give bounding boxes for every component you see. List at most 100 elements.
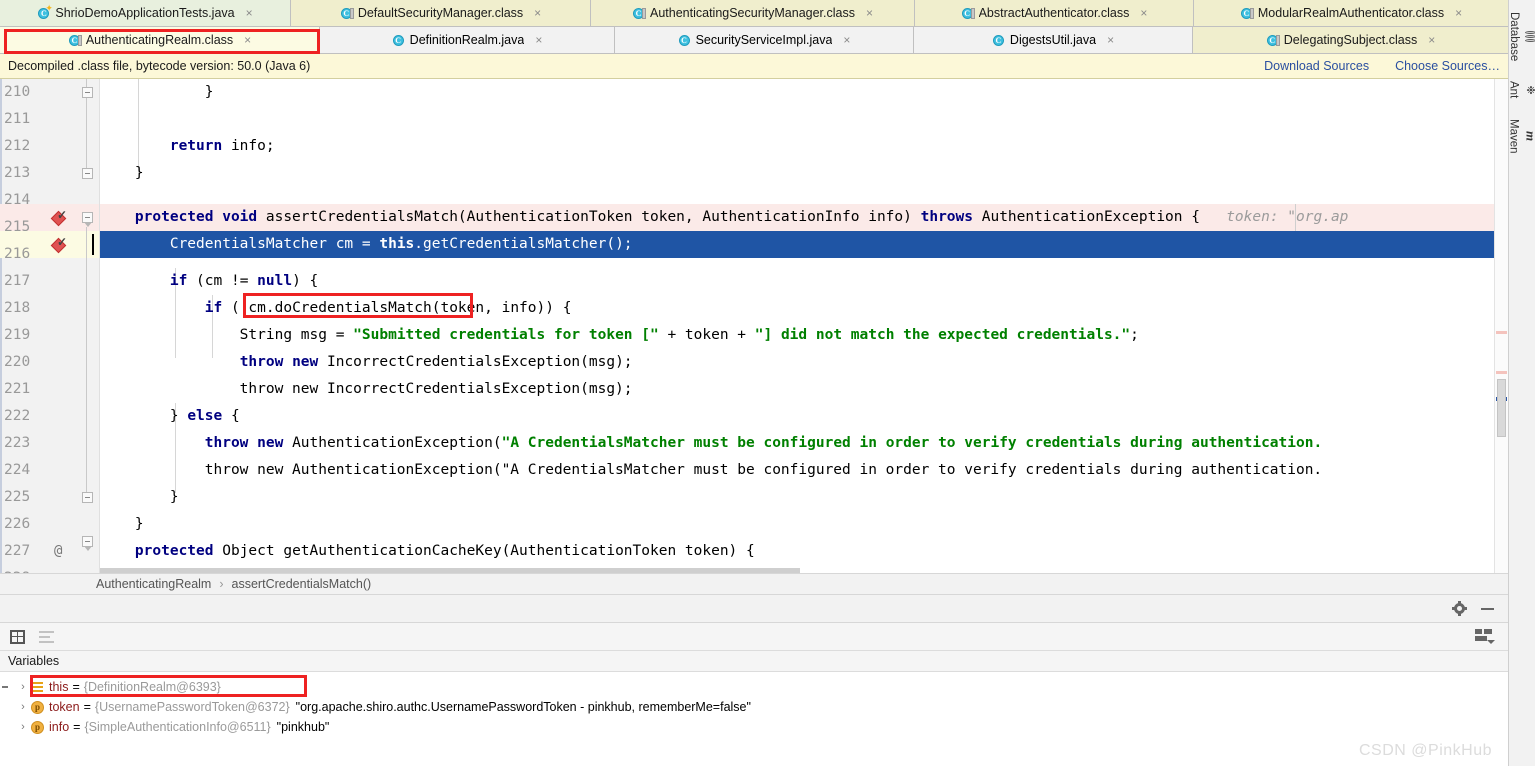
code-line: if (cm != null) { (169, 273, 319, 289)
line-number: 224 (4, 462, 31, 478)
gear-icon[interactable] (1452, 601, 1467, 616)
main-column: C ✦ ShrioDemoApplicationTests.java × C De… (0, 0, 1508, 766)
code-line: } (100, 165, 144, 181)
code-line: protected Object getAuthenticationCacheK… (100, 543, 755, 559)
java-class-icon: C (392, 34, 405, 47)
tab-security-service-impl[interactable]: C SecurityServiceImpl.java × (615, 27, 914, 54)
code-line: } else { (100, 408, 240, 424)
tab-close-icon[interactable]: × (843, 34, 850, 46)
breakpoint-verified-icon[interactable]: ✓ (50, 236, 68, 254)
tab-label: SecurityServiceImpl.java (695, 33, 833, 47)
breadcrumb-item-class[interactable]: AuthenticatingRealm (96, 577, 211, 591)
scrollbar-thumb[interactable] (1497, 379, 1506, 437)
line-number: 212 (4, 138, 31, 154)
compiled-class-icon: C (68, 34, 82, 47)
variable-type: {SimpleAuthenticationInfo@6511} (84, 720, 271, 734)
compiled-class-icon: C (961, 7, 975, 20)
variables-toolbar (0, 623, 1508, 651)
variable-name: token (49, 700, 80, 714)
fold-start-marker[interactable] (82, 212, 93, 227)
layout-settings-icon[interactable] (1475, 629, 1495, 644)
tab-close-icon[interactable]: × (246, 7, 253, 19)
sidebar-item-ant[interactable]: ❉ Ant (1508, 75, 1535, 112)
sidebar-item-database[interactable]: Database (1508, 6, 1535, 75)
tab-close-icon[interactable]: × (1107, 34, 1114, 46)
java-class-icon: C (678, 34, 691, 47)
code-editor[interactable]: 210 211 212 213 214 215 216 217 218 219 … (0, 79, 1508, 573)
code-text-area[interactable]: } return info; } protected void assertCr… (100, 79, 1494, 573)
variables-tree[interactable]: › this = {DefinitionRealm@6393} › p toke… (0, 672, 1508, 766)
fold-end-marker[interactable] (82, 492, 93, 503)
sort-values-icon[interactable] (39, 630, 54, 643)
tab-label: DefaultSecurityManager.class (357, 6, 524, 20)
fold-end-marker[interactable] (82, 87, 93, 98)
tab-digests-util[interactable]: C DigestsUtil.java × (914, 27, 1193, 54)
variable-row-this[interactable]: › this = {DefinitionRealm@6393} (0, 677, 1508, 697)
line-number: 221 (4, 381, 31, 397)
expand-arrow-icon[interactable]: › (16, 717, 30, 737)
tab-delegating-subject[interactable]: C DelegatingSubject.class × (1193, 27, 1508, 54)
decompiled-notification-bar: Decompiled .class file, bytecode version… (0, 54, 1508, 79)
compiled-class-icon: C (632, 7, 646, 20)
code-line-current-execution: CredentialsMatcher cm = this.getCredenti… (100, 236, 633, 252)
tab-modular-realm-authenticator[interactable]: C ModularRealmAuthenticator.class × (1194, 0, 1508, 27)
maven-icon: m (1523, 130, 1535, 141)
tab-abstract-authenticator[interactable]: C AbstractAuthenticator.class × (915, 0, 1194, 27)
tab-authenticating-security-manager[interactable]: C AuthenticatingSecurityManager.class × (591, 0, 915, 27)
database-icon (1525, 30, 1535, 43)
tab-close-icon[interactable]: × (534, 7, 541, 19)
tab-close-icon[interactable]: × (535, 34, 542, 46)
line-number: 219 (4, 327, 31, 343)
code-line: if (!cm.doCredentialsMatch(token, info))… (204, 300, 572, 316)
java-class-test-icon: C ✦ (37, 3, 53, 20)
expand-arrow-icon[interactable]: › (16, 697, 30, 717)
breadcrumb-separator-icon: › (219, 577, 224, 591)
editor-error-stripe[interactable] (1494, 79, 1508, 573)
variable-row-info[interactable]: › p info = {SimpleAuthenticationInfo@651… (0, 717, 1508, 737)
breadcrumb[interactable]: AuthenticatingRealm › assertCredentialsM… (0, 573, 1508, 595)
tab-label: AbstractAuthenticator.class (978, 6, 1130, 20)
sidebar-item-label: Ant (1507, 81, 1520, 99)
text-caret (92, 234, 94, 255)
tab-shrio-demo-application-tests[interactable]: C ✦ ShrioDemoApplicationTests.java × (0, 0, 291, 27)
variable-row-token[interactable]: › p token = {UsernamePasswordToken@6372}… (0, 697, 1508, 717)
tab-close-icon[interactable]: × (244, 34, 251, 46)
code-line: throw new AuthenticationException("A Cre… (204, 435, 1323, 451)
evaluate-expression-icon[interactable] (10, 629, 25, 644)
code-line: throw new IncorrectCredentialsException(… (100, 381, 633, 397)
code-line: return info; (100, 138, 275, 154)
compiled-class-icon: C (1240, 7, 1254, 20)
compiled-class-icon: C (340, 7, 354, 20)
parameter-icon: p (30, 720, 45, 735)
code-line: throw new AuthenticationException("A Cre… (100, 462, 1323, 478)
tab-close-icon[interactable]: × (1455, 7, 1462, 19)
tab-close-icon[interactable]: × (1140, 7, 1147, 19)
sidebar-item-label: Maven (1507, 118, 1520, 154)
debug-panel-toolbar (0, 595, 1508, 623)
editor-gutter[interactable]: 210 211 212 213 214 215 216 217 218 219 … (0, 79, 115, 573)
minimize-icon[interactable] (1481, 607, 1494, 610)
expand-arrow-icon[interactable]: › (16, 677, 30, 697)
line-number: 220 (4, 354, 31, 370)
download-sources-link[interactable]: Download Sources (1264, 59, 1369, 73)
line-number: 213 (4, 165, 31, 181)
breakpoint-verified-icon[interactable]: ✓ (50, 209, 68, 227)
tab-close-icon[interactable]: × (866, 7, 873, 19)
decompiled-message: Decompiled .class file, bytecode version… (8, 59, 311, 73)
line-number: 217 (4, 273, 31, 289)
breadcrumb-item-method[interactable]: assertCredentialsMatch() (232, 577, 372, 591)
fold-end-marker[interactable] (82, 168, 93, 179)
editor-horizontal-scrollbar[interactable] (100, 568, 800, 573)
tab-close-icon[interactable]: × (1428, 34, 1435, 46)
tab-default-security-manager[interactable]: C DefaultSecurityManager.class × (291, 0, 591, 27)
sidebar-item-maven[interactable]: m Maven (1508, 113, 1535, 168)
tab-authenticating-realm[interactable]: C AuthenticatingRealm.class × (0, 27, 320, 54)
tab-definition-realm[interactable]: C DefinitionRealm.java × (320, 27, 615, 54)
line-number: 215 (4, 219, 31, 235)
tab-label: ShrioDemoApplicationTests.java (55, 6, 235, 20)
choose-sources-link[interactable]: Choose Sources… (1395, 59, 1500, 73)
line-number: 210 (4, 84, 31, 100)
code-line: } (100, 489, 179, 505)
compiled-class-icon: C (1266, 34, 1280, 47)
fold-start-marker[interactable] (82, 536, 93, 551)
